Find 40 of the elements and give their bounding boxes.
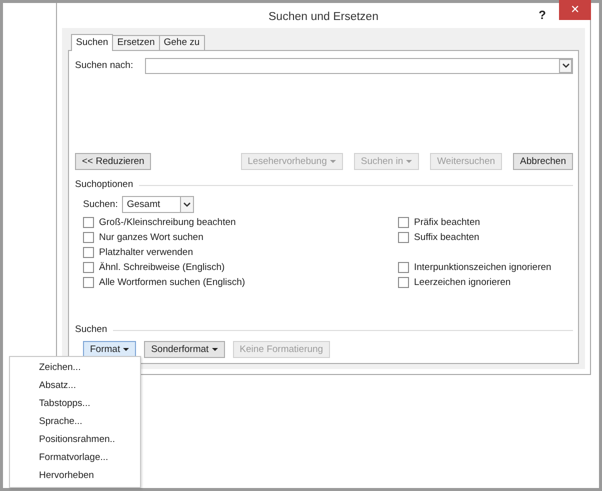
checkbox[interactable] — [398, 217, 409, 228]
field-label: Suchen nach: — [75, 58, 134, 73]
menu-item[interactable]: Formatvorlage... — [10, 449, 140, 467]
menu-item[interactable]: Tabstopps... — [10, 395, 140, 413]
button[interactable]: Abbrechen — [513, 153, 573, 170]
help-button[interactable]: ? — [538, 6, 546, 24]
checkbox-label: Suffix beachten — [414, 230, 480, 245]
section-title: Suchen — [75, 323, 108, 338]
close-button[interactable]: ✕ — [559, 0, 591, 20]
checkbox[interactable] — [398, 262, 409, 274]
checkbox[interactable] — [398, 232, 409, 244]
checkbox[interactable] — [83, 277, 94, 288]
checkbox-label: Groß-/Kleinschreibung beachten — [99, 216, 236, 230]
window-title: Suchen und Ersetzen — [268, 10, 378, 25]
button[interactable]: Format — [83, 340, 136, 358]
checkbox[interactable] — [398, 277, 409, 288]
checkbox-label: Leerzeichen ignorieren — [414, 276, 511, 290]
checkbox[interactable] — [83, 262, 94, 274]
checkbox-label: Nur ganzes Wort suchen — [99, 230, 204, 245]
field-label: Suchen: — [83, 198, 118, 212]
menu-item[interactable]: Absatz... — [10, 377, 140, 395]
checkbox-label: Alle Wortformen suchen (Englisch) — [99, 276, 246, 290]
search-field[interactable] — [145, 58, 573, 74]
checkbox-label: Ähnl. Schreibweise (Englisch) — [99, 260, 225, 275]
search-direction-dropdown[interactable]: Gesamt — [122, 196, 194, 214]
tab[interactable]: Gehe zu — [158, 35, 205, 50]
checkbox[interactable] — [83, 217, 94, 228]
button[interactable]: << Reduzieren — [75, 153, 152, 170]
menu-item[interactable]: Positionsrahmen.. — [10, 431, 140, 449]
menu-item[interactable]: Sprache... — [10, 413, 140, 431]
menu-item[interactable]: Hervorheben — [10, 467, 140, 485]
section-title: Suchoptionen — [75, 178, 134, 192]
checkbox[interactable] — [83, 232, 94, 244]
checkbox[interactable] — [83, 247, 94, 258]
menu-item[interactable]: Zeichen... — [10, 359, 140, 377]
checkbox-label: Interpunktionszeichen ignorieren — [414, 260, 552, 275]
tab[interactable]: Suchen — [71, 34, 114, 51]
checkbox-label: Platzhalter verwenden — [99, 246, 193, 260]
checkbox-label: Präfix beachten — [414, 216, 480, 230]
button[interactable]: Sonderformat — [144, 340, 225, 358]
